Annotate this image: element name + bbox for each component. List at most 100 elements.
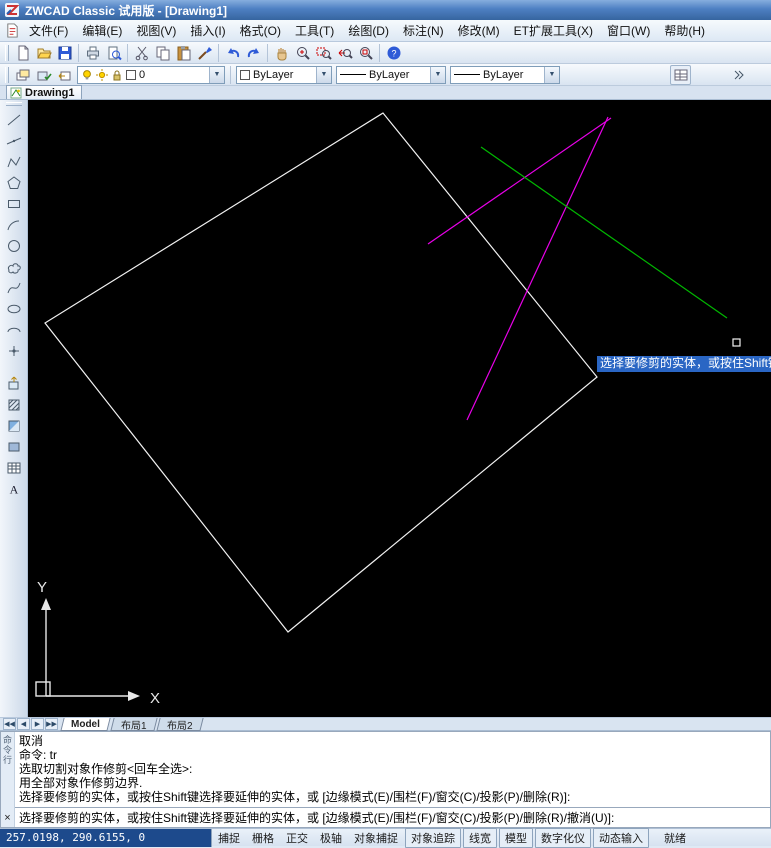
layer-combo-dropdown-arrow[interactable]: ▼ [209,67,224,83]
command-prompt-text: 选择要修剪的实体，或按住Shift键选择要延伸的实体，或 [边缘模式(E)/围栏… [19,809,614,826]
menu-modify[interactable]: 修改(M) [451,19,507,42]
paste-button[interactable] [173,43,194,63]
construction-line-tool-button[interactable] [3,130,25,151]
model-space-toggle[interactable]: 模型 [499,828,533,848]
pan-button[interactable] [271,43,292,63]
drawing-canvas[interactable]: Y X 选择要修剪的实体，或按住Shift键选择要延伸的实体，或 [28,100,771,717]
tab-layout2[interactable]: 布局2 [157,718,204,731]
menu-help[interactable]: 帮助(H) [657,19,712,42]
table-tool-button[interactable] [3,457,25,478]
zoom-window-button[interactable] [313,43,334,63]
toolbar-grip[interactable] [6,102,22,106]
first-tab-button[interactable]: ◀◀ [3,718,16,730]
coordinate-readout[interactable]: 257.0198, 290.6155, 0 [0,829,212,847]
title-bar[interactable]: ZWCAD Classic 试用版 - [Drawing1] [0,0,771,20]
menu-tools[interactable]: 工具(T) [288,19,341,42]
next-tab-button[interactable]: ▶ [31,718,44,730]
spline-tool-button[interactable] [3,277,25,298]
ucs-icon: Y X [36,579,160,707]
document-icon [5,23,20,38]
dynamic-input-toggle[interactable]: 动态输入 [593,828,649,848]
menu-draw[interactable]: 绘图(D) [341,19,396,42]
tab-layout1[interactable]: 布局1 [110,718,157,731]
menu-edit[interactable]: 编辑(E) [75,19,129,42]
line-tool-button[interactable] [3,109,25,130]
lineweight-toggle[interactable]: 线宽 [463,828,497,848]
toolbar-grip[interactable] [5,67,9,83]
arc-tool-button[interactable] [3,214,25,235]
cut-button[interactable] [131,43,152,63]
tab-model[interactable]: Model [60,718,110,731]
insert-block-tool-button[interactable] [3,373,25,394]
command-history[interactable]: 取消 命令: tr 选取切割对象作修剪<回车全选>: 用全部对象作修剪边界. 选… [15,732,770,807]
region-tool-button[interactable] [3,436,25,457]
tablet-toggle[interactable]: 数字化仪 [535,828,591,848]
ellipse-arc-tool-button[interactable] [3,319,25,340]
rectangle-tool-button[interactable] [3,193,25,214]
redo-arrow-icon [246,45,262,61]
layer-combo[interactable]: 0 ▼ [77,66,225,84]
menu-format[interactable]: 格式(O) [233,19,288,42]
menu-dimension[interactable]: 标注(N) [396,19,451,42]
grid-toggle[interactable]: 栅格 [247,829,279,847]
lineweight-combo-dropdown-arrow[interactable]: ▼ [544,67,559,83]
layer-manager-button[interactable] [12,65,33,85]
zoom-realtime-button[interactable] [292,43,313,63]
ellipse-tool-button[interactable] [3,298,25,319]
otrack-toggle[interactable]: 对象追踪 [405,828,461,848]
rotated-square-entity[interactable] [45,113,597,632]
undo-button[interactable] [222,43,243,63]
gradient-tool-button[interactable] [3,415,25,436]
zoom-extents-button[interactable] [355,43,376,63]
new-file-button[interactable] [12,43,33,63]
doc-tab-drawing1[interactable]: Drawing1 [6,85,82,99]
ortho-toggle[interactable]: 正交 [281,829,313,847]
magenta-line-entity-1[interactable] [467,117,608,420]
help-button[interactable]: ? [383,43,404,63]
linetype-combo[interactable]: ByLayer ▼ [336,66,446,84]
draw-toolbar: A [0,100,28,717]
toolbar-grip[interactable] [5,45,9,61]
last-tab-button[interactable]: ▶▶ [45,718,58,730]
menu-et-tools[interactable]: ET扩展工具(X) [507,19,600,42]
point-tool-button[interactable] [3,340,25,361]
green-line-entity[interactable] [481,147,727,318]
circle-tool-button[interactable] [3,235,25,256]
color-combo[interactable]: ByLayer ▼ [236,66,332,84]
layer-states-button[interactable] [33,65,54,85]
open-file-button[interactable] [33,43,54,63]
prev-tab-button[interactable]: ◀ [17,718,30,730]
command-input-line[interactable]: 选择要修剪的实体，或按住Shift键选择要延伸的实体，或 [边缘模式(E)/围栏… [15,807,770,827]
toolbar-overflow-button[interactable] [727,65,748,85]
plot-button[interactable] [82,43,103,63]
revision-cloud-tool-button[interactable] [3,256,25,277]
match-properties-button[interactable] [194,43,215,63]
menu-insert[interactable]: 插入(I) [183,19,232,42]
save-button[interactable] [54,43,75,63]
command-close-icon[interactable]: × [4,813,10,824]
layer-previous-button[interactable] [54,65,75,85]
command-dock-rail[interactable]: 命令行 × [1,732,15,827]
polar-toggle[interactable]: 极轴 [315,829,347,847]
menu-file[interactable]: 文件(F) [22,19,75,42]
polygon-icon [6,175,22,191]
copy-button[interactable] [152,43,173,63]
hatch-tool-button[interactable] [3,394,25,415]
toolbar-extra-button[interactable] [670,65,691,85]
color-combo-dropdown-arrow[interactable]: ▼ [316,67,331,83]
snap-toggle[interactable]: 捕捉 [213,829,245,847]
linetype-combo-dropdown-arrow[interactable]: ▼ [430,67,445,83]
print-preview-button[interactable] [103,43,124,63]
polyline-tool-button[interactable] [3,151,25,172]
mtext-tool-button[interactable]: A [3,478,25,499]
polygon-tool-button[interactable] [3,172,25,193]
osnap-toggle[interactable]: 对象捕捉 [349,829,403,847]
redo-button[interactable] [243,43,264,63]
magenta-line-entity-2[interactable] [428,118,611,244]
pickbox-cursor[interactable] [733,339,740,346]
menu-window[interactable]: 窗口(W) [600,19,657,42]
lineweight-combo[interactable]: ByLayer ▼ [450,66,560,84]
point-icon [6,343,22,359]
zoom-previous-button[interactable] [334,43,355,63]
menu-view[interactable]: 视图(V) [129,19,183,42]
